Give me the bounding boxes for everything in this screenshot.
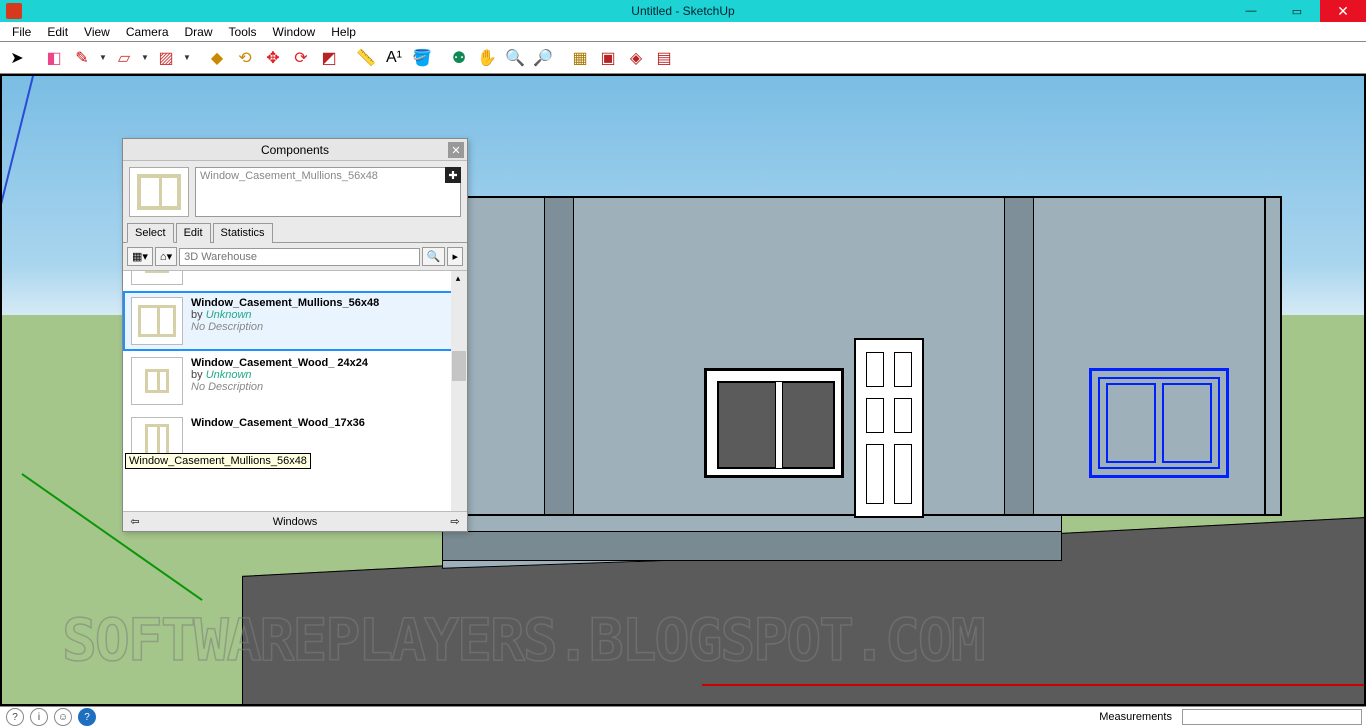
menu-draw[interactable]: Draw bbox=[177, 23, 221, 41]
scroll-thumb[interactable] bbox=[452, 351, 466, 381]
zoom-extents-tool-icon[interactable]: 🔎 bbox=[530, 45, 556, 71]
scroll-up-icon[interactable]: ▴ bbox=[451, 271, 465, 285]
tab-select[interactable]: Select bbox=[127, 223, 174, 243]
eraser-tool-icon[interactable]: ◧ bbox=[41, 45, 67, 71]
panel-tabs: Select Edit Statistics bbox=[123, 223, 467, 243]
door bbox=[854, 338, 924, 518]
pencil-dropdown-icon[interactable]: ▼ bbox=[97, 45, 109, 71]
export-tool-icon[interactable]: ▤ bbox=[651, 45, 677, 71]
close-button[interactable]: ✕ bbox=[1320, 0, 1366, 22]
rectangle-dropdown-icon[interactable]: ▼ bbox=[139, 45, 151, 71]
column-2 bbox=[1004, 198, 1034, 514]
rotate-tool-icon[interactable]: ⟳ bbox=[288, 45, 314, 71]
pan-tool-icon[interactable]: ✋ bbox=[474, 45, 500, 71]
app-icon bbox=[6, 3, 22, 19]
list-item[interactable]: Window_Casement_Wood_ 24x24 by Unknown N… bbox=[123, 351, 467, 411]
pushpull-tool-icon[interactable]: ◆ bbox=[204, 45, 230, 71]
panel-footer: ⇦ Windows ⇨ bbox=[123, 511, 467, 531]
nav-forward-icon[interactable]: ⇨ bbox=[447, 515, 463, 528]
components-panel: Components ✕ Window_Casement_Mullions_56… bbox=[122, 138, 468, 532]
wall-edge bbox=[1264, 198, 1266, 514]
component-tool-icon[interactable]: ▣ bbox=[595, 45, 621, 71]
pencil-tool-icon[interactable]: ✎ bbox=[69, 45, 95, 71]
orbit-tool-icon[interactable]: ⚉ bbox=[446, 45, 472, 71]
expand-icon[interactable]: ✚ bbox=[445, 167, 461, 183]
paint-tool-icon[interactable]: 🪣 bbox=[409, 45, 435, 71]
offset-tool-icon[interactable]: ⟲ bbox=[232, 45, 258, 71]
shape-dropdown-icon[interactable]: ▼ bbox=[181, 45, 193, 71]
menu-window[interactable]: Window bbox=[265, 23, 324, 41]
rectangle-tool-icon[interactable]: ▱ bbox=[111, 45, 137, 71]
selected-thumb bbox=[129, 167, 189, 217]
layers-tool-icon[interactable]: ◈ bbox=[623, 45, 649, 71]
view-mode-icon[interactable]: ▦▾ bbox=[127, 247, 153, 266]
panel-titlebar[interactable]: Components ✕ bbox=[123, 139, 467, 161]
menu-tools[interactable]: Tools bbox=[221, 23, 265, 41]
status-info-icon[interactable]: i bbox=[30, 708, 48, 726]
menu-view[interactable]: View bbox=[76, 23, 118, 41]
titlebar: Untitled - SketchUp — ▭ ✕ bbox=[0, 0, 1366, 22]
selected-name-field[interactable]: Window_Casement_Mullions_56x48 ✚ bbox=[195, 167, 461, 217]
tab-edit[interactable]: Edit bbox=[176, 223, 211, 243]
house-wall bbox=[442, 196, 1282, 516]
select-tool-icon[interactable]: ➤ bbox=[4, 45, 30, 71]
column-1 bbox=[544, 198, 574, 514]
toolbar: ➤ ◧ ✎ ▼ ▱ ▼ ▨ ▼ ◆ ⟲ ✥ ⟳ ◩ 📏 A¹ 🪣 ⚉ ✋ 🔍 🔎… bbox=[0, 42, 1366, 74]
menubar: File Edit View Camera Draw Tools Window … bbox=[0, 22, 1366, 42]
window-left bbox=[704, 368, 844, 478]
tape-tool-icon[interactable]: 📏 bbox=[353, 45, 379, 71]
zoom-tool-icon[interactable]: 🔍 bbox=[502, 45, 528, 71]
status-help-icon[interactable]: ? bbox=[6, 708, 24, 726]
tooltip: Window_Casement_Mullions_56x48 bbox=[125, 453, 311, 469]
move-tool-icon[interactable]: ✥ bbox=[260, 45, 286, 71]
tab-statistics[interactable]: Statistics bbox=[213, 223, 273, 243]
porch-front bbox=[442, 531, 1062, 561]
list-item[interactable]: by Unknown No Description bbox=[123, 271, 467, 291]
shape-tool-icon[interactable]: ▨ bbox=[153, 45, 179, 71]
footer-label[interactable]: Windows bbox=[143, 516, 447, 528]
statusbar: ? i ☺ ? Measurements bbox=[0, 706, 1366, 727]
home-icon[interactable]: ⌂▾ bbox=[155, 247, 177, 266]
nav-back-icon[interactable]: ⇦ bbox=[127, 515, 143, 528]
window-icon bbox=[131, 297, 183, 345]
measurements-label: Measurements bbox=[1099, 711, 1172, 723]
window-icon bbox=[131, 271, 183, 285]
watermark: SoftwarePlayers.blogspot.com bbox=[62, 606, 984, 674]
minimize-button[interactable]: — bbox=[1228, 0, 1274, 22]
menu-file[interactable]: File bbox=[4, 23, 39, 41]
status-geo-icon[interactable]: ? bbox=[78, 708, 96, 726]
panel-title-label: Components bbox=[261, 143, 329, 157]
search-input[interactable] bbox=[179, 248, 420, 266]
menu-camera[interactable]: Camera bbox=[118, 23, 177, 41]
axis-red bbox=[702, 684, 1366, 686]
window-right-selected bbox=[1089, 368, 1229, 478]
details-icon[interactable]: ▸ bbox=[447, 247, 463, 266]
warehouse-tool-icon[interactable]: ▦ bbox=[567, 45, 593, 71]
window-title: Untitled - SketchUp bbox=[631, 4, 734, 18]
list-item[interactable]: Window_Casement_Mullions_56x48 by Unknow… bbox=[123, 291, 467, 351]
component-list[interactable]: by Unknown No Description Window_Casemen… bbox=[123, 271, 467, 511]
measurements-input[interactable] bbox=[1182, 709, 1362, 725]
maximize-button[interactable]: ▭ bbox=[1274, 0, 1320, 22]
status-user-icon[interactable]: ☺ bbox=[54, 708, 72, 726]
panel-close-icon[interactable]: ✕ bbox=[448, 142, 464, 158]
text-tool-icon[interactable]: A¹ bbox=[381, 45, 407, 71]
scrollbar[interactable]: ▴ bbox=[451, 271, 467, 511]
scale-tool-icon[interactable]: ◩ bbox=[316, 45, 342, 71]
window-icon bbox=[131, 357, 183, 405]
menu-edit[interactable]: Edit bbox=[39, 23, 76, 41]
menu-help[interactable]: Help bbox=[323, 23, 364, 41]
search-icon[interactable]: 🔍 bbox=[422, 247, 446, 266]
